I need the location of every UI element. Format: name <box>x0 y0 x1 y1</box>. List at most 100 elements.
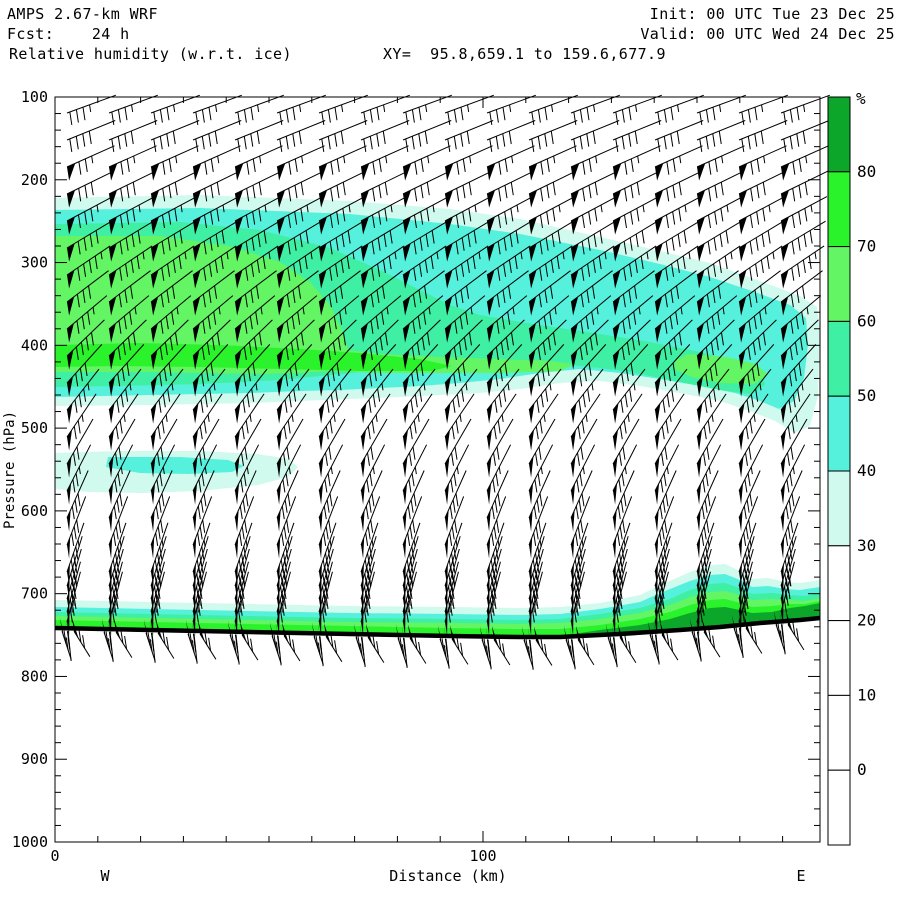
colorbar-segment <box>828 321 850 396</box>
wind-barb <box>697 394 726 451</box>
cross-section-plot: 1002003004005006007008009001000010080706… <box>0 0 900 900</box>
wind-barb <box>571 146 619 181</box>
colorbar <box>828 97 850 845</box>
colorbar-label: 60 <box>857 311 876 330</box>
wind-barb <box>235 95 284 125</box>
wind-barb <box>445 171 492 207</box>
wind-barb <box>739 95 788 125</box>
wind-barb <box>571 197 617 235</box>
wind-barb <box>319 121 367 152</box>
wind-barb <box>781 171 828 207</box>
wind-barb <box>487 394 516 451</box>
wind-barb <box>361 394 390 451</box>
y-tick-label: 700 <box>21 585 48 603</box>
wind-barb <box>529 146 577 181</box>
wind-barb <box>361 171 408 207</box>
wind-barb <box>235 146 283 181</box>
wind-barb <box>193 121 241 152</box>
wind-barb <box>403 121 451 152</box>
wind-barb <box>151 146 199 181</box>
colorbar-segment <box>828 546 850 621</box>
wind-barb <box>739 146 787 181</box>
wind-barb <box>697 221 742 261</box>
wind-barb <box>403 95 452 125</box>
wind-barb <box>781 121 829 152</box>
wind-barb <box>781 246 824 289</box>
wind-barb <box>739 197 785 235</box>
colorbar-label: 80 <box>857 162 876 181</box>
rh-shading-layer <box>55 195 820 493</box>
x-tick-label: 100 <box>469 847 496 865</box>
wind-barb <box>697 197 743 235</box>
wind-barb <box>319 95 368 125</box>
colorbar-label: 0 <box>857 760 867 779</box>
wind-barb <box>277 146 325 181</box>
colorbar-units-label: % <box>856 89 866 108</box>
y-tick-label: 100 <box>21 88 48 106</box>
wind-barb <box>487 171 534 207</box>
east-end-label: E <box>796 867 805 885</box>
wind-barb <box>67 146 115 181</box>
wind-barb <box>445 95 494 125</box>
colorbar-label: 20 <box>857 611 876 630</box>
wind-barb <box>361 95 410 125</box>
x-tick-label: 0 <box>50 847 59 865</box>
wind-barb <box>445 146 493 181</box>
wind-barb <box>613 146 661 181</box>
wind-barb <box>697 121 745 152</box>
wind-barb <box>529 394 558 451</box>
wind-barb <box>319 146 367 181</box>
y-tick-label: 200 <box>21 171 48 189</box>
wind-barb <box>613 171 660 207</box>
colorbar-segment <box>828 396 850 471</box>
y-tick-label: 400 <box>21 336 48 354</box>
wind-barb <box>403 171 450 207</box>
wind-barb <box>193 146 241 181</box>
wind-barb <box>445 121 493 152</box>
y-axis-title: Pressure (hPa) <box>2 411 18 529</box>
y-tick-label: 500 <box>21 419 48 437</box>
y-tick-label: 300 <box>21 254 48 272</box>
colorbar-segment <box>828 471 850 546</box>
wind-barb <box>739 121 787 152</box>
y-tick-label: 800 <box>21 667 48 685</box>
wind-barb <box>781 221 826 261</box>
colorbar-label: 10 <box>857 685 876 704</box>
wind-barb <box>655 146 703 181</box>
colorbar-segment <box>828 247 850 322</box>
wind-barb <box>277 394 306 451</box>
colorbar-segment <box>828 621 850 696</box>
wind-barb <box>151 95 200 125</box>
wind-barb <box>445 394 474 451</box>
wind-barb <box>781 146 829 181</box>
wind-barb <box>529 121 577 152</box>
wind-barb <box>571 394 600 451</box>
wind-barb <box>529 171 576 207</box>
wind-barb <box>739 221 784 261</box>
wind-barb <box>697 171 744 207</box>
wind-barb <box>613 121 661 152</box>
wind-barb <box>361 146 409 181</box>
wind-barb <box>193 95 242 125</box>
wind-barb <box>487 95 536 125</box>
wind-barb <box>67 95 116 125</box>
west-end-label: W <box>100 867 110 885</box>
colorbar-label: 40 <box>857 461 876 480</box>
y-tick-label: 600 <box>21 502 48 520</box>
wind-barb <box>403 146 451 181</box>
wind-barb <box>403 394 432 451</box>
wind-barb <box>109 95 158 125</box>
wind-barb <box>655 394 684 451</box>
wind-barb <box>697 146 745 181</box>
wind-barb <box>697 95 746 125</box>
wind-barb <box>571 95 620 125</box>
wind-barb <box>151 121 199 152</box>
wind-barb <box>235 121 283 152</box>
colorbar-label: 70 <box>857 237 876 256</box>
wind-barb <box>277 95 326 125</box>
wind-barb <box>277 121 325 152</box>
wind-barb <box>487 146 535 181</box>
wind-barb <box>613 197 659 235</box>
colorbar-segment <box>828 172 850 247</box>
wind-barb <box>739 171 786 207</box>
